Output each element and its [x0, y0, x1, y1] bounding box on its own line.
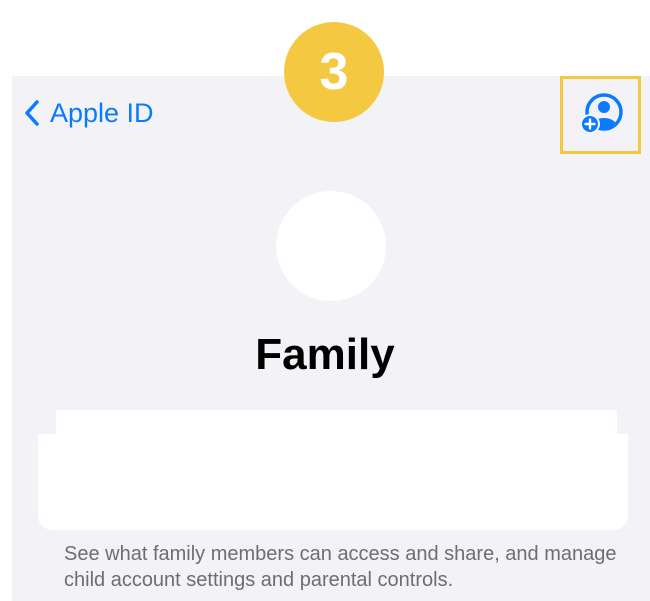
step-badge: 3 — [284, 22, 384, 122]
card-notch-left — [38, 412, 58, 434]
page-title: Family — [255, 330, 395, 379]
back-button-label: Apple ID — [50, 97, 154, 128]
back-button[interactable]: Apple ID — [24, 93, 154, 133]
family-avatar — [276, 191, 386, 301]
highlight-box — [560, 76, 641, 154]
card-notch-right — [617, 412, 630, 434]
step-number: 3 — [319, 43, 349, 101]
family-description: See what family members can access and s… — [64, 543, 617, 591]
card-top-fill — [56, 410, 617, 434]
chevron-left-icon — [24, 99, 40, 127]
